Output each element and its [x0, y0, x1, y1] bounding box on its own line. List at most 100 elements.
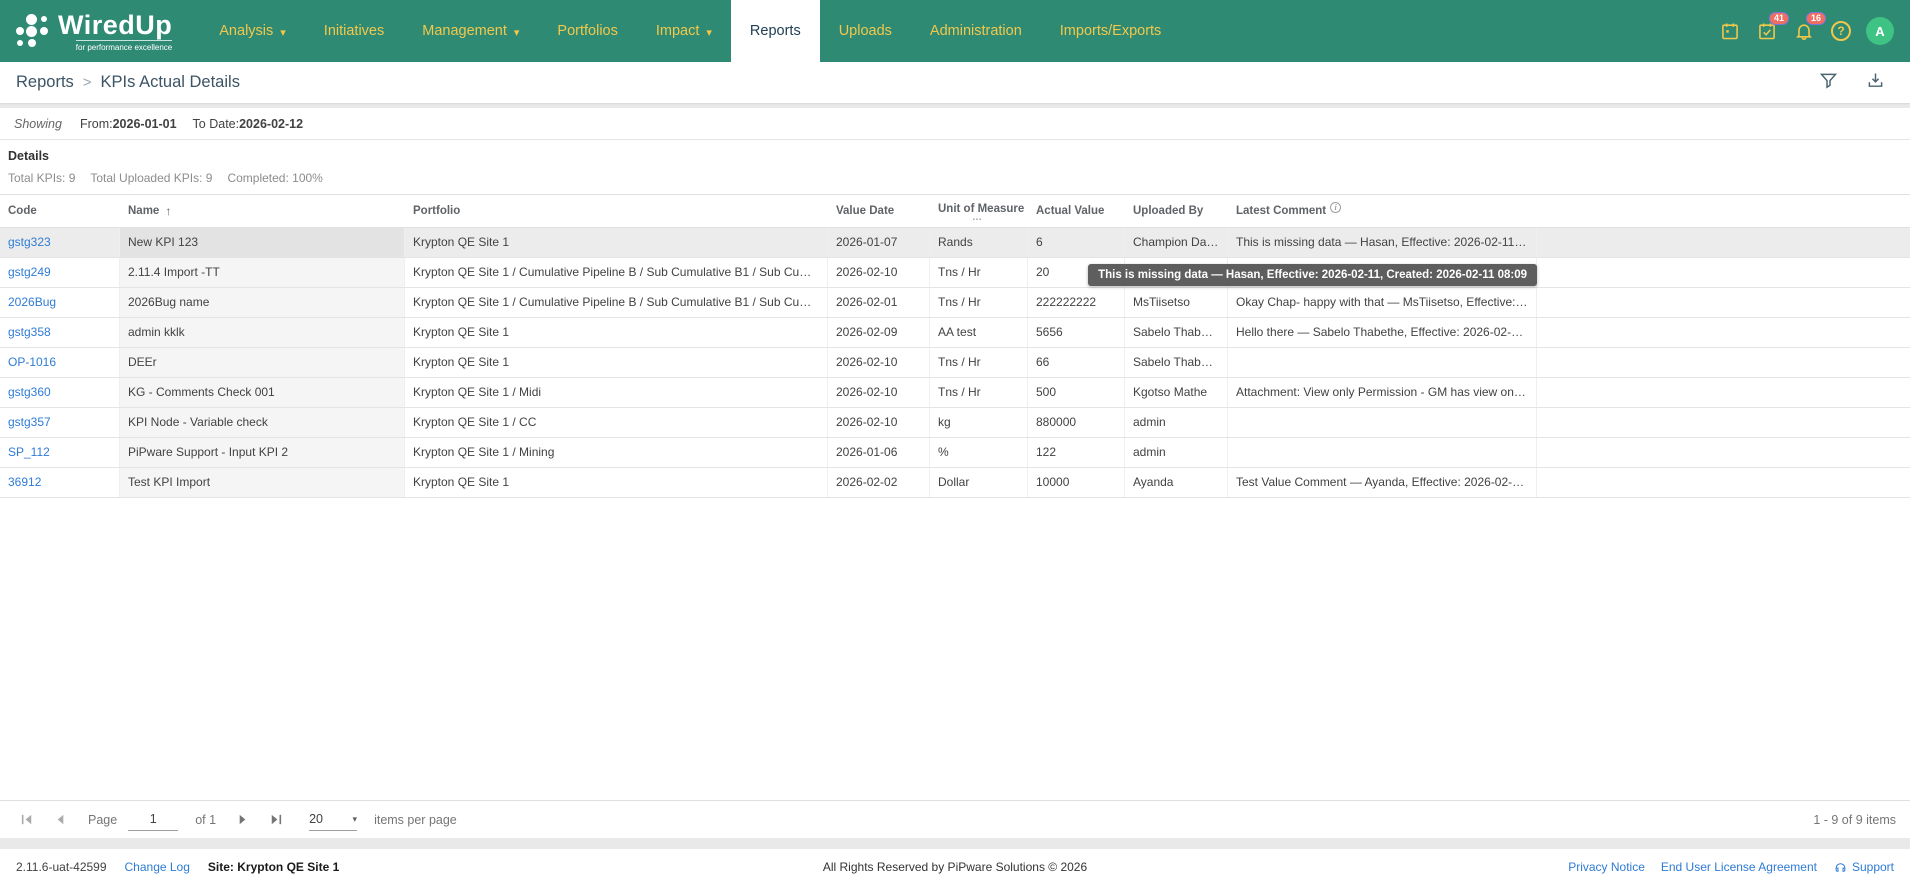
- cell-filler: [1537, 348, 1910, 377]
- pager-controls: Page 1 of 1 20 ▾ items per page: [14, 807, 457, 833]
- cell-code: gstg358: [0, 318, 120, 347]
- nav-item-reports[interactable]: Reports: [730, 0, 820, 62]
- table-row[interactable]: 36912 Test KPI Import Krypton QE Site 1 202…: [0, 468, 1910, 498]
- site-label: Site: Krypton QE Site 1: [207, 860, 340, 874]
- cell-value-date: 2026-02-10: [828, 378, 930, 407]
- calendar-check-icon[interactable]: 41: [1755, 12, 1789, 43]
- top-navbar: WiredUp for performance excellence Analy…: [0, 0, 1910, 62]
- kpi-code-link[interactable]: gstg357: [8, 415, 51, 429]
- column-header-unit-of-measure[interactable]: Unit of Measure…: [930, 195, 1028, 227]
- nav-item-portfolios[interactable]: Portfolios: [538, 0, 636, 62]
- cell-value-date: 2026-02-01: [828, 288, 930, 317]
- help-icon[interactable]: ?: [1829, 19, 1853, 43]
- chevron-down-icon: ▾: [513, 26, 520, 39]
- table-row[interactable]: gstg357 KPI Node - Variable check Krypton …: [0, 408, 1910, 438]
- logo[interactable]: WiredUp for performance excellence: [0, 0, 182, 62]
- cell-actual-value: 5656: [1028, 318, 1125, 347]
- eula-link[interactable]: End User License Agreement: [1661, 860, 1817, 874]
- column-header-portfolio[interactable]: Portfolio: [405, 195, 828, 227]
- cell-comment: Test Value Comment — Ayanda, Effective: …: [1228, 468, 1537, 497]
- column-header-filler: [1537, 195, 1910, 227]
- kpi-code-link[interactable]: gstg360: [8, 385, 51, 399]
- cell-portfolio: Krypton QE Site 1 / Cumulative Pipeline …: [405, 288, 828, 317]
- user-avatar[interactable]: A: [1866, 17, 1894, 45]
- kpi-code-link[interactable]: gstg323: [8, 235, 51, 249]
- cell-name: PiPware Support - Input KPI 2: [120, 438, 405, 467]
- cell-name: 2026Bug name: [120, 288, 405, 317]
- nav-item-imports-exports[interactable]: Imports/Exports: [1041, 0, 1181, 62]
- cell-uploaded-by: Kgotso Mathe: [1125, 378, 1228, 407]
- column-header-value-date[interactable]: Value Date: [828, 195, 930, 227]
- cell-actual-value: 6: [1028, 228, 1125, 257]
- download-icon[interactable]: [1865, 70, 1886, 96]
- support-link[interactable]: Support: [1833, 860, 1894, 875]
- column-header-name[interactable]: Name ↑: [120, 195, 405, 227]
- cell-code: gstg360: [0, 378, 120, 407]
- cell-unit: kg: [930, 408, 1028, 437]
- cell-portfolio: Krypton QE Site 1 / Mining: [405, 438, 828, 467]
- last-page-button[interactable]: [262, 807, 288, 833]
- column-header-latest-comment[interactable]: Latest Comment i: [1228, 195, 1537, 227]
- privacy-notice-link[interactable]: Privacy Notice: [1568, 860, 1645, 874]
- calendar-icon[interactable]: [1718, 19, 1742, 43]
- first-page-button[interactable]: [14, 807, 40, 833]
- cell-name: Test KPI Import: [120, 468, 405, 497]
- change-log-link[interactable]: Change Log: [125, 860, 190, 874]
- kpi-code-link[interactable]: 36912: [8, 475, 41, 489]
- total-kpis: Total KPIs: 9: [8, 171, 76, 185]
- cell-unit: Tns / Hr: [930, 348, 1028, 377]
- nav-item-management[interactable]: Management ▾: [403, 0, 538, 62]
- cell-value-date: 2026-01-07: [828, 228, 930, 257]
- column-header-code[interactable]: Code: [0, 195, 120, 227]
- cell-unit: AA test: [930, 318, 1028, 347]
- table-row[interactable]: gstg249 2.11.4 Import -TT Krypton QE Site …: [0, 258, 1910, 288]
- cell-uploaded-by: MsTiisetso: [1125, 288, 1228, 317]
- next-page-button[interactable]: [229, 807, 255, 833]
- table-row[interactable]: gstg323 New KPI 123 Krypton QE Site 1 2026-…: [0, 228, 1910, 258]
- kpi-code-link[interactable]: OP-1016: [8, 355, 56, 369]
- kpi-code-link[interactable]: gstg358: [8, 325, 51, 339]
- previous-page-button[interactable]: [47, 807, 73, 833]
- logo-dots-icon: [14, 13, 49, 49]
- cell-actual-value: 222222222: [1028, 288, 1125, 317]
- cell-portfolio: Krypton QE Site 1: [405, 468, 828, 497]
- table-row[interactable]: OP-1016 DEEr Krypton QE Site 1 2026-02-10 Tn…: [0, 348, 1910, 378]
- kpi-code-link[interactable]: gstg249: [8, 265, 51, 279]
- cell-unit: Tns / Hr: [930, 378, 1028, 407]
- headset-icon: [1835, 862, 1846, 872]
- nav-item-label: Uploads: [838, 23, 892, 39]
- kpi-code-link[interactable]: SP_112: [8, 445, 50, 459]
- cell-code: 36912: [0, 468, 120, 497]
- filter-icon[interactable]: [1818, 70, 1839, 96]
- nav-item-impact[interactable]: Impact ▾: [637, 0, 731, 62]
- table-row[interactable]: gstg360 KG - Comments Check 001 Krypton QE…: [0, 378, 1910, 408]
- nav-item-uploads[interactable]: Uploads: [820, 0, 911, 62]
- column-header-actual-value[interactable]: Actual Value: [1028, 195, 1125, 227]
- cell-uploaded-by: Champion Daught…: [1125, 228, 1228, 257]
- nav-item-analysis[interactable]: Analysis ▾: [200, 0, 305, 62]
- cell-filler: [1537, 288, 1910, 317]
- notifications-bell-icon[interactable]: 16: [1792, 12, 1826, 43]
- cell-filler: [1537, 408, 1910, 437]
- page-number-input[interactable]: 1: [128, 808, 179, 831]
- sort-asc-icon: ↑: [165, 204, 172, 218]
- cell-value-date: 2026-01-06: [828, 438, 930, 467]
- table-row[interactable]: 2026Bug 2026Bug name Krypton QE Site 1 / C…: [0, 288, 1910, 318]
- table-row[interactable]: gstg358 admin kklk Krypton QE Site 1 2026-0…: [0, 318, 1910, 348]
- breadcrumb-section[interactable]: Reports: [16, 73, 74, 92]
- chevron-down-icon: ▾: [706, 26, 712, 39]
- column-header-uploaded-by[interactable]: Uploaded By: [1125, 195, 1228, 227]
- cell-code: gstg323: [0, 228, 120, 257]
- nav-item-initiatives[interactable]: Initiatives: [305, 0, 403, 62]
- cell-actual-value: 500: [1028, 378, 1125, 407]
- kpi-code-link[interactable]: 2026Bug: [8, 295, 56, 309]
- cell-comment: [1228, 408, 1537, 437]
- report-card: Showing From:2026-01-01 To Date:2026-02-…: [0, 108, 1910, 838]
- footer-right: Privacy Notice End User License Agreemen…: [1568, 860, 1894, 875]
- table-row[interactable]: SP_112 PiPware Support - Input KPI 2 Krypt…: [0, 438, 1910, 468]
- nav-item-administration[interactable]: Administration: [911, 0, 1041, 62]
- page-size-select[interactable]: 20 ▾: [309, 808, 358, 831]
- cell-actual-value: 10000: [1028, 468, 1125, 497]
- cell-filler: [1537, 258, 1910, 287]
- completed-percent: Completed: 100%: [227, 171, 323, 185]
